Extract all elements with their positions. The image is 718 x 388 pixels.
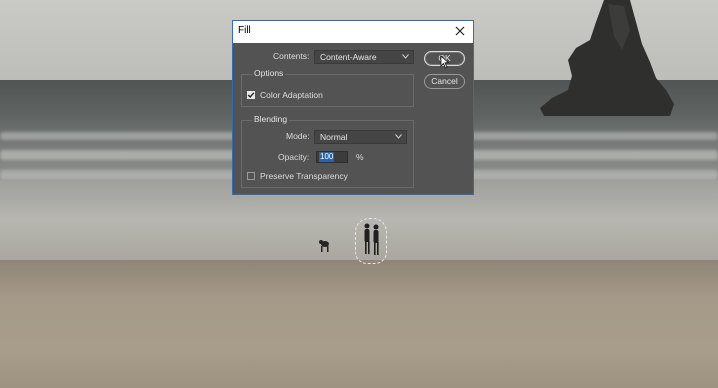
preserve-transparency-checkbox[interactable] — [247, 172, 255, 180]
preserve-transparency-label: Preserve Transparency — [260, 171, 348, 181]
contents-select[interactable]: Content-Aware — [314, 50, 414, 64]
dog-silhouette — [319, 240, 329, 252]
contents-label: Contents: — [273, 51, 310, 61]
sea-stack-rock — [540, 0, 674, 116]
mode-label: Mode: — [286, 131, 310, 141]
color-adaptation-checkbox[interactable] — [247, 91, 255, 99]
dialog-title: Fill — [238, 25, 251, 36]
blending-legend: Blending — [252, 114, 290, 124]
mode-select[interactable]: Normal — [314, 130, 407, 144]
contents-value: Content-Aware — [320, 52, 377, 62]
options-legend: Options — [252, 68, 286, 78]
chevron-down-icon — [402, 54, 409, 59]
opacity-value: 100 — [319, 152, 335, 162]
lasso-selection[interactable] — [355, 218, 387, 264]
checkmark-icon — [247, 92, 255, 99]
opacity-unit: % — [356, 152, 364, 162]
dry-sand — [0, 260, 718, 388]
chevron-down-icon — [395, 134, 402, 139]
opacity-input[interactable]: 100 — [316, 151, 348, 163]
mouse-pointer-icon — [440, 55, 450, 69]
mode-value: Normal — [320, 132, 348, 142]
dialog-titlebar[interactable]: Fill — [233, 21, 473, 43]
opacity-label: Opacity: — [278, 152, 310, 162]
cancel-button[interactable]: Cancel — [424, 74, 465, 89]
close-icon[interactable] — [453, 24, 467, 38]
color-adaptation-label: Color Adaptation — [260, 90, 323, 100]
fill-dialog: Fill Contents: Content-Aware OK Cancel O… — [232, 20, 474, 195]
